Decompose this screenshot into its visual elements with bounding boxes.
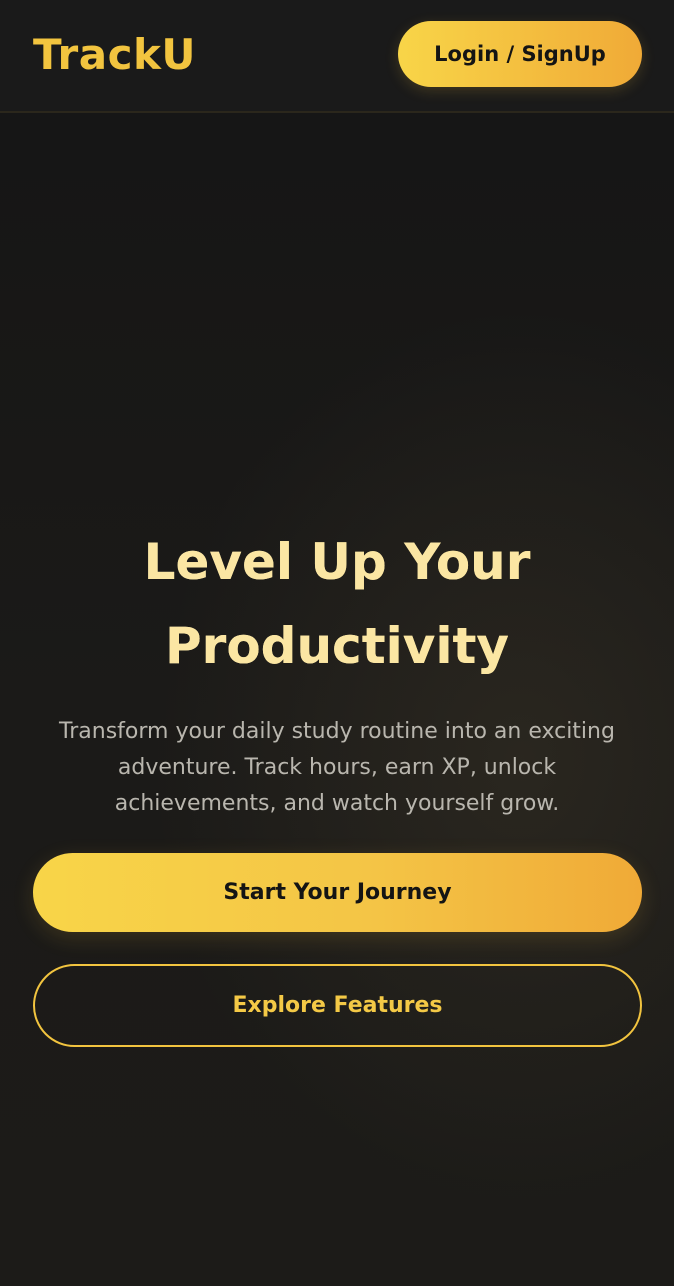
explore-features-button[interactable]: Explore Features <box>33 964 642 1047</box>
hero-title-line-1: Level Up Your <box>143 533 531 591</box>
login-signup-button[interactable]: Login / SignUp <box>398 21 642 87</box>
hero-title-line-2: Productivity <box>165 617 509 675</box>
hero-subtitle: Transform your daily study routine into … <box>59 719 615 816</box>
start-journey-button[interactable]: Start Your Journey <box>33 853 642 932</box>
page: TrackU Login / SignUp Level Up Your Prod… <box>0 0 674 1286</box>
hero-section: Level Up Your Productivity Transform you… <box>0 520 674 822</box>
top-nav: TrackU Login / SignUp <box>0 0 674 113</box>
hero-title: Level Up Your Productivity <box>57 520 617 688</box>
brand-logo[interactable]: TrackU <box>33 28 196 82</box>
